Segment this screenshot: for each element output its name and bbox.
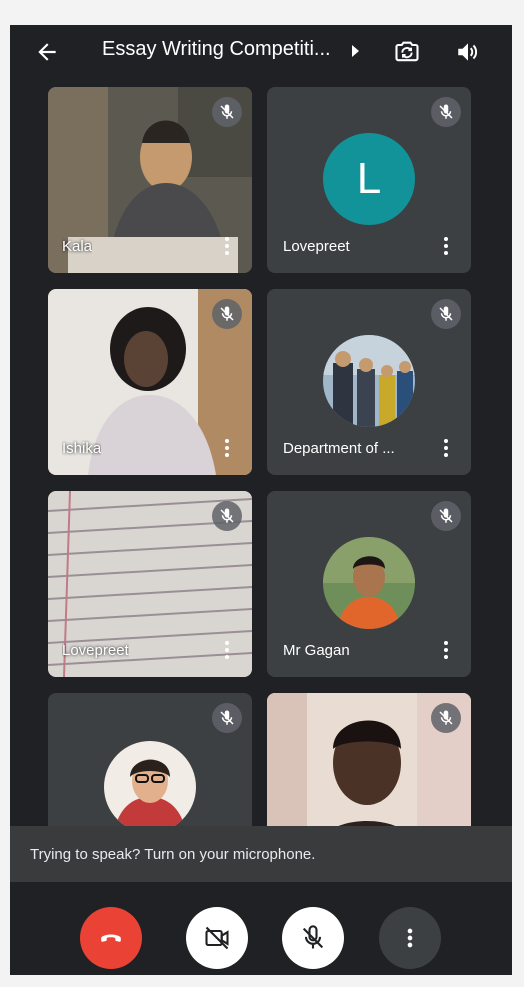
participant-tile[interactable]: Mr Gagan <box>267 491 471 677</box>
avatar <box>323 537 415 629</box>
avatar <box>323 335 415 427</box>
muted-mic-icon <box>431 501 461 531</box>
more-vert-icon[interactable] <box>443 641 449 661</box>
hang-up-icon <box>101 934 121 942</box>
meet-screen: Essay Writing Competiti... Kala L Lovepr… <box>10 25 512 975</box>
participant-name: Lovepreet <box>62 642 129 659</box>
meeting-title[interactable]: Essay Writing Competiti... <box>102 38 331 61</box>
muted-mic-icon <box>212 97 242 127</box>
muted-mic-icon <box>431 299 461 329</box>
more-vert-icon[interactable] <box>443 439 449 459</box>
participant-tile[interactable]: L Lovepreet <box>267 87 471 273</box>
arrow-back-icon[interactable] <box>34 39 60 65</box>
top-bar: Essay Writing Competiti... <box>10 25 512 77</box>
participant-tile[interactable]: Department of ... <box>267 289 471 475</box>
mic-off-icon <box>302 925 324 949</box>
end-call-button[interactable] <box>80 907 142 969</box>
banner-text: Trying to speak? Turn on your microphone… <box>30 846 316 863</box>
participant-tile[interactable]: Kala <box>48 87 252 273</box>
more-vert-icon <box>407 928 413 948</box>
participant-tile[interactable]: Lovepreet <box>48 491 252 677</box>
more-vert-icon[interactable] <box>443 237 449 257</box>
camera-toggle-button[interactable] <box>186 907 248 969</box>
participant-name: Mr Gagan <box>283 642 350 659</box>
caret-right-icon[interactable] <box>351 44 361 58</box>
more-vert-icon[interactable] <box>224 439 230 459</box>
mic-hint-banner: Trying to speak? Turn on your microphone… <box>10 826 512 882</box>
more-vert-icon[interactable] <box>224 641 230 661</box>
participant-tile[interactable]: Ishika <box>48 289 252 475</box>
avatar <box>104 741 196 833</box>
muted-mic-icon <box>431 703 461 733</box>
muted-mic-icon <box>212 703 242 733</box>
camera-off-icon <box>205 926 229 950</box>
more-vert-icon[interactable] <box>224 237 230 257</box>
participant-name: Lovepreet <box>283 238 350 255</box>
participant-name: Ishika <box>62 440 102 457</box>
participant-name: Kala <box>62 238 93 255</box>
muted-mic-icon <box>212 501 242 531</box>
more-options-button[interactable] <box>379 907 441 969</box>
mic-toggle-button[interactable] <box>282 907 344 969</box>
switch-camera-icon[interactable] <box>393 38 421 66</box>
participant-name: Department of ... <box>283 440 395 457</box>
muted-mic-icon <box>431 97 461 127</box>
avatar: L <box>323 133 415 225</box>
speaker-icon[interactable] <box>455 39 481 65</box>
muted-mic-icon <box>212 299 242 329</box>
